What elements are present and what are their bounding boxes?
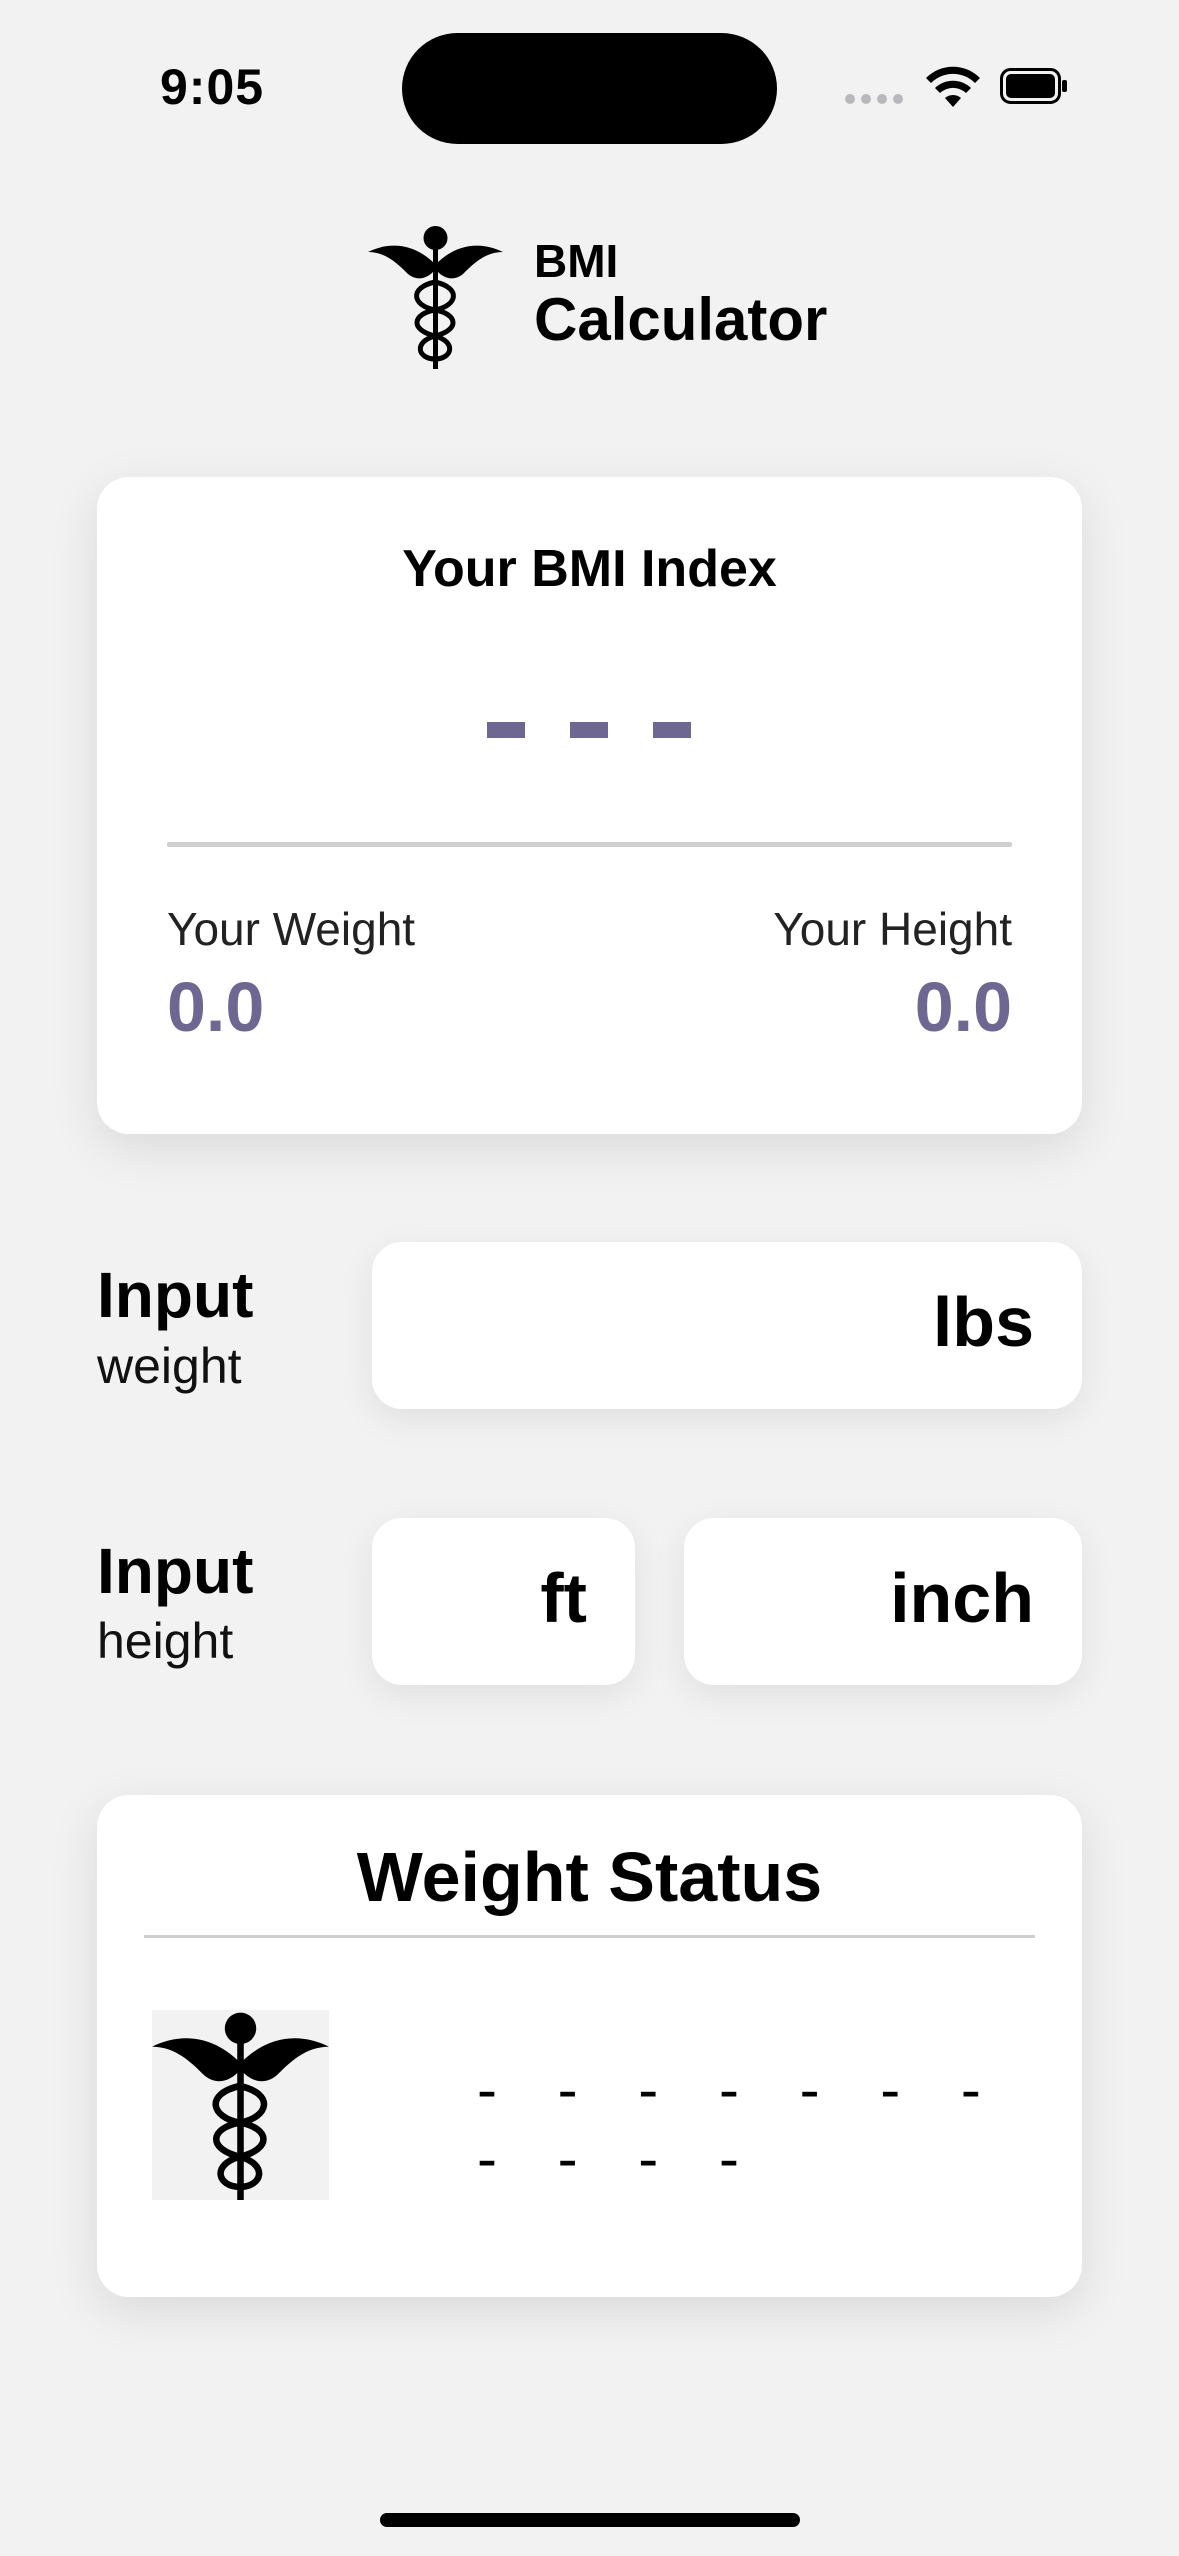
bmi-divider [167, 842, 1012, 847]
weight-input[interactable]: lbs [372, 1242, 1082, 1409]
weight-value: 0.0 [167, 968, 265, 1046]
dynamic-island [402, 33, 777, 144]
bmi-title: Your BMI Index [402, 540, 777, 598]
height-value: 0.0 [914, 968, 1012, 1046]
height-input-sublabel: height [97, 1613, 234, 1669]
height-input-label: Input [97, 1535, 254, 1607]
weight-status-card: Weight Status - - - - - - - - - - - [97, 1795, 1082, 2297]
app-title-small: BMI [534, 235, 619, 287]
battery-icon [1000, 68, 1067, 104]
weight-status-divider [144, 1935, 1035, 1938]
height-ft-input[interactable]: ft [372, 1518, 635, 1685]
weight-unit-lbs: lbs [932, 1283, 1034, 1361]
weight-input-sublabel: weight [97, 1338, 242, 1394]
home-indicator[interactable] [380, 2513, 800, 2527]
height-inch-input[interactable]: inch [684, 1518, 1082, 1685]
weight-status-title: Weight Status [356, 1838, 823, 1916]
app-title-large: Calculator [534, 286, 828, 353]
bmi-card: Your BMI Index Your Weight Your Height 0… [97, 477, 1082, 1134]
status-time: 9:05 [160, 59, 265, 115]
weight-status-value: - - - - - - - - - - - [477, 2056, 1003, 2192]
height-unit-inch: inch [890, 1559, 1034, 1637]
weight-input-label: Input [97, 1259, 254, 1331]
signal-icon [845, 94, 905, 104]
height-label: Your Height [773, 903, 1012, 955]
wifi-icon [926, 66, 980, 107]
caduceus-icon [152, 2010, 329, 2200]
weight-label: Your Weight [167, 903, 416, 955]
height-unit-ft: ft [540, 1559, 587, 1637]
caduceus-icon [368, 224, 503, 369]
